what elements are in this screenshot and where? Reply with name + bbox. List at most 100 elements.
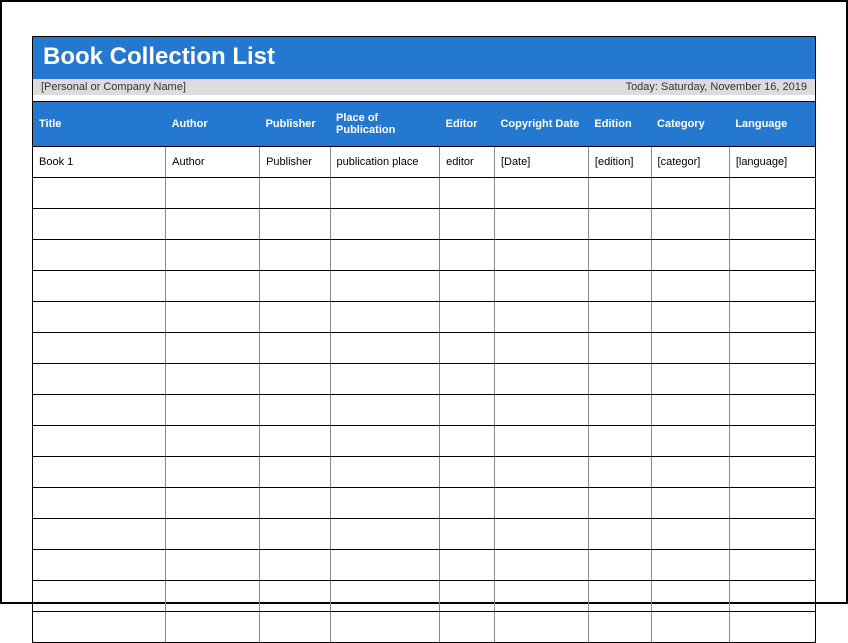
cell-category[interactable]	[651, 519, 729, 550]
cell-place[interactable]: publication place	[330, 147, 440, 178]
cell-language[interactable]	[729, 395, 815, 426]
cell-title[interactable]	[33, 333, 166, 364]
cell-author[interactable]	[166, 550, 260, 581]
cell-title[interactable]	[33, 240, 166, 271]
cell-language[interactable]: [language]	[729, 147, 815, 178]
cell-edition[interactable]	[588, 209, 651, 240]
cell-publisher[interactable]	[260, 178, 330, 209]
cell-publisher[interactable]	[260, 457, 330, 488]
col-header-edition[interactable]: Edition	[588, 102, 651, 147]
cell-title[interactable]	[33, 364, 166, 395]
cell-place[interactable]	[330, 612, 440, 643]
cell-title[interactable]	[33, 488, 166, 519]
cell-editor[interactable]	[440, 209, 495, 240]
cell-place[interactable]	[330, 519, 440, 550]
cell-author[interactable]	[166, 271, 260, 302]
cell-edition[interactable]	[588, 364, 651, 395]
cell-language[interactable]	[729, 488, 815, 519]
cell-language[interactable]	[729, 612, 815, 643]
cell-edition[interactable]	[588, 271, 651, 302]
col-header-language[interactable]: Language	[729, 102, 815, 147]
cell-editor[interactable]	[440, 581, 495, 612]
cell-place[interactable]	[330, 302, 440, 333]
cell-copyright[interactable]: [Date]	[494, 147, 588, 178]
col-header-category[interactable]: Category	[651, 102, 729, 147]
cell-copyright[interactable]	[494, 395, 588, 426]
cell-place[interactable]	[330, 178, 440, 209]
cell-edition[interactable]	[588, 550, 651, 581]
cell-author[interactable]	[166, 612, 260, 643]
cell-title[interactable]	[33, 209, 166, 240]
cell-place[interactable]	[330, 395, 440, 426]
cell-author[interactable]	[166, 426, 260, 457]
cell-copyright[interactable]	[494, 333, 588, 364]
cell-category[interactable]	[651, 612, 729, 643]
cell-place[interactable]	[330, 364, 440, 395]
cell-publisher[interactable]	[260, 581, 330, 612]
cell-title[interactable]	[33, 519, 166, 550]
cell-title[interactable]: Book 1	[33, 147, 166, 178]
cell-author[interactable]	[166, 178, 260, 209]
cell-language[interactable]	[729, 333, 815, 364]
cell-publisher[interactable]	[260, 488, 330, 519]
cell-category[interactable]	[651, 333, 729, 364]
cell-editor[interactable]	[440, 519, 495, 550]
cell-title[interactable]	[33, 271, 166, 302]
cell-language[interactable]	[729, 178, 815, 209]
cell-publisher[interactable]	[260, 333, 330, 364]
cell-copyright[interactable]	[494, 488, 588, 519]
cell-publisher[interactable]	[260, 612, 330, 643]
cell-editor[interactable]	[440, 364, 495, 395]
cell-place[interactable]	[330, 271, 440, 302]
cell-publisher[interactable]	[260, 519, 330, 550]
cell-copyright[interactable]	[494, 612, 588, 643]
cell-author[interactable]	[166, 488, 260, 519]
cell-place[interactable]	[330, 488, 440, 519]
cell-editor[interactable]	[440, 550, 495, 581]
cell-language[interactable]	[729, 519, 815, 550]
cell-edition[interactable]	[588, 333, 651, 364]
col-header-place[interactable]: Place of Publication	[330, 102, 440, 147]
col-header-title[interactable]: Title	[33, 102, 166, 147]
cell-language[interactable]	[729, 302, 815, 333]
col-header-author[interactable]: Author	[166, 102, 260, 147]
cell-copyright[interactable]	[494, 426, 588, 457]
cell-place[interactable]	[330, 209, 440, 240]
cell-category[interactable]	[651, 209, 729, 240]
cell-place[interactable]	[330, 240, 440, 271]
cell-language[interactable]	[729, 457, 815, 488]
cell-place[interactable]	[330, 426, 440, 457]
cell-category[interactable]	[651, 395, 729, 426]
cell-copyright[interactable]	[494, 271, 588, 302]
cell-category[interactable]	[651, 178, 729, 209]
cell-copyright[interactable]	[494, 364, 588, 395]
cell-language[interactable]	[729, 209, 815, 240]
cell-title[interactable]	[33, 581, 166, 612]
cell-copyright[interactable]	[494, 240, 588, 271]
cell-publisher[interactable]	[260, 550, 330, 581]
cell-category[interactable]	[651, 488, 729, 519]
col-header-editor[interactable]: Editor	[440, 102, 495, 147]
cell-author[interactable]	[166, 519, 260, 550]
cell-edition[interactable]	[588, 178, 651, 209]
cell-editor[interactable]	[440, 240, 495, 271]
cell-publisher[interactable]	[260, 395, 330, 426]
cell-title[interactable]	[33, 457, 166, 488]
cell-editor[interactable]	[440, 302, 495, 333]
cell-title[interactable]	[33, 550, 166, 581]
cell-language[interactable]	[729, 364, 815, 395]
cell-language[interactable]	[729, 426, 815, 457]
cell-edition[interactable]	[588, 488, 651, 519]
cell-copyright[interactable]	[494, 178, 588, 209]
cell-publisher[interactable]	[260, 240, 330, 271]
cell-publisher[interactable]: Publisher	[260, 147, 330, 178]
cell-author[interactable]	[166, 240, 260, 271]
cell-edition[interactable]: [edition]	[588, 147, 651, 178]
col-header-publisher[interactable]: Publisher	[260, 102, 330, 147]
cell-author[interactable]	[166, 302, 260, 333]
cell-copyright[interactable]	[494, 457, 588, 488]
cell-category[interactable]	[651, 302, 729, 333]
cell-author[interactable]: Author	[166, 147, 260, 178]
cell-publisher[interactable]	[260, 302, 330, 333]
cell-publisher[interactable]	[260, 364, 330, 395]
